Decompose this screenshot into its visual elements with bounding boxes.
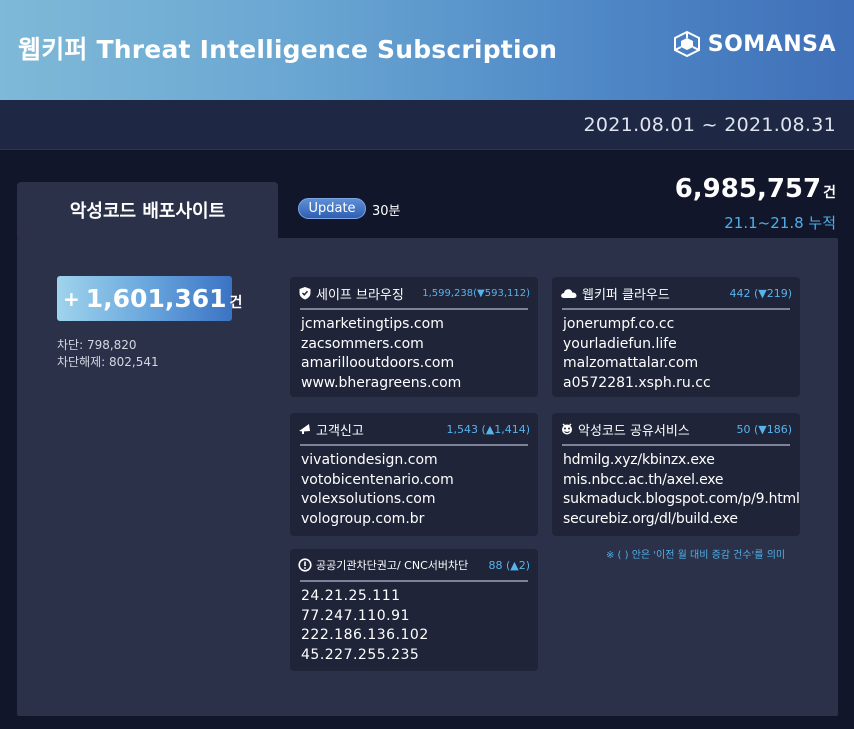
list-item: mis.nbcc.ac.th/axel.exe	[563, 471, 724, 488]
card-divider	[300, 444, 528, 446]
date-band: 2021.08.01 ~ 2021.08.31	[0, 100, 854, 150]
card-count: 50 (▼186)	[736, 422, 792, 436]
list-item: jonerumpf.co.cc	[563, 316, 675, 332]
card-header: 웹키퍼 클라우드 442 (▼219)	[560, 284, 792, 303]
total-period: 21.1~21.8 누적	[724, 214, 836, 232]
list-item: hdmilg.xyz/kbinzx.exe	[563, 452, 715, 468]
list-item: volexsolutions.com	[301, 491, 436, 507]
card-count: 442 (▼219)	[729, 286, 792, 300]
card-divider	[300, 308, 528, 310]
card-divider	[300, 580, 528, 582]
update-interval: 30분	[372, 204, 401, 219]
list-item: votobicentenario.com	[301, 471, 454, 488]
header-banner: 웹키퍼 Threat Intelligence Subscription SOM…	[0, 0, 854, 100]
alert-circle-icon	[298, 558, 312, 572]
list-item: yourladiefun.life	[563, 335, 677, 352]
tab-malware-distribution[interactable]: 악성코드 배포사이트	[17, 182, 278, 238]
card-count: 1,543 (▲1,414)	[446, 422, 530, 436]
list-item: malzomattalar.com	[563, 355, 699, 371]
update-badge: Update	[298, 198, 366, 219]
total-number: 6,985,757	[674, 174, 822, 204]
summary-number: 1,601,361	[85, 284, 227, 313]
card-title: 세이프 브라우징	[316, 287, 404, 303]
list-item: amarillooutdoors.com	[301, 355, 455, 371]
card-malware-share-service: 악성코드 공유서비스 50 (▼186) hdmilg.xyz/kbinzx.e…	[552, 413, 800, 536]
somansa-logo-icon	[673, 30, 700, 58]
card-list: jcmarketingtips.com zacsommers.com amari…	[301, 315, 461, 393]
card-title: 공공기관차단권고/ CNC서버차단	[316, 559, 469, 572]
card-title: 악성코드 공유서비스	[578, 423, 690, 439]
list-item: securebiz.org/dl/build.exe	[563, 510, 738, 527]
list-item: www.bheragreens.com	[301, 374, 462, 391]
shield-icon	[299, 287, 311, 300]
page-title: 웹키퍼 Threat Intelligence Subscription	[18, 35, 558, 64]
bug-icon	[562, 423, 572, 435]
summary-unit: 건	[229, 294, 243, 311]
list-item: 222.186.136.102	[301, 627, 429, 643]
card-count: 1,599,238(▼593,112)	[422, 287, 530, 299]
card-list: jonerumpf.co.cc yourladiefun.life malzom…	[563, 315, 711, 393]
list-item: 45.227.255.235	[301, 646, 420, 663]
total-count: 6,985,757 건	[675, 174, 836, 204]
card-safe-browsing: 세이프 브라우징 1,599,238(▼593,112) jcmarketing…	[290, 277, 538, 397]
card-public-agency-cnc: 공공기관차단권고/ CNC서버차단 88 (▲2) 24.21.25.111 7…	[290, 549, 538, 671]
list-item: sukmaduck.blogspot.com/p/9.html	[563, 491, 800, 507]
list-item: zacsommers.com	[301, 335, 424, 352]
list-item: 24.21.25.111	[301, 588, 401, 604]
unblocked-count: 차단해제: 802,541	[57, 355, 159, 369]
card-header: 악성코드 공유서비스 50 (▼186)	[560, 420, 792, 439]
card-count: 88 (▲2)	[488, 558, 530, 572]
brand-logo: SOMANSA	[672, 30, 836, 58]
card-divider	[562, 308, 790, 310]
brand-name: SOMANSA	[707, 31, 836, 57]
cloud-icon	[561, 289, 577, 298]
card-header: 고객신고 1,543 (▲1,414)	[298, 420, 530, 439]
summary-count-box: + 1,601,361 건	[57, 276, 242, 321]
list-item: vologroup.com.br	[301, 510, 425, 527]
card-list: 24.21.25.111 77.247.110.91 222.186.136.1…	[301, 587, 429, 665]
card-customer-report: 고객신고 1,543 (▲1,414) vivationdesign.com v…	[290, 413, 538, 536]
list-item: jcmarketingtips.com	[301, 316, 444, 332]
card-divider	[562, 444, 790, 446]
list-item: a0572281.xsph.ru.cc	[563, 374, 711, 391]
summary-plus: +	[63, 286, 80, 311]
card-list: vivationdesign.com votobicentenario.com …	[301, 451, 454, 529]
card-title: 웹키퍼 클라우드	[582, 287, 670, 303]
blocked-count: 차단: 798,820	[57, 338, 137, 352]
total-unit: 건	[823, 185, 836, 201]
list-item: 77.247.110.91	[301, 607, 410, 624]
card-webkeeper-cloud: 웹키퍼 클라우드 442 (▼219) jonerumpf.co.cc your…	[552, 277, 800, 397]
date-range: 2021.08.01 ~ 2021.08.31	[583, 114, 836, 136]
card-header: 공공기관차단권고/ CNC서버차단 88 (▲2)	[298, 556, 530, 574]
card-title: 고객신고	[316, 423, 364, 439]
megaphone-icon	[299, 424, 310, 434]
card-header: 세이프 브라우징 1,599,238(▼593,112)	[298, 284, 530, 303]
list-item: vivationdesign.com	[301, 452, 438, 468]
card-list: hdmilg.xyz/kbinzx.exe mis.nbcc.ac.th/axe…	[563, 451, 800, 529]
footnote: ※ ( ) 안은 '이전 월 대비 증감 건수'를 의미	[606, 550, 786, 561]
